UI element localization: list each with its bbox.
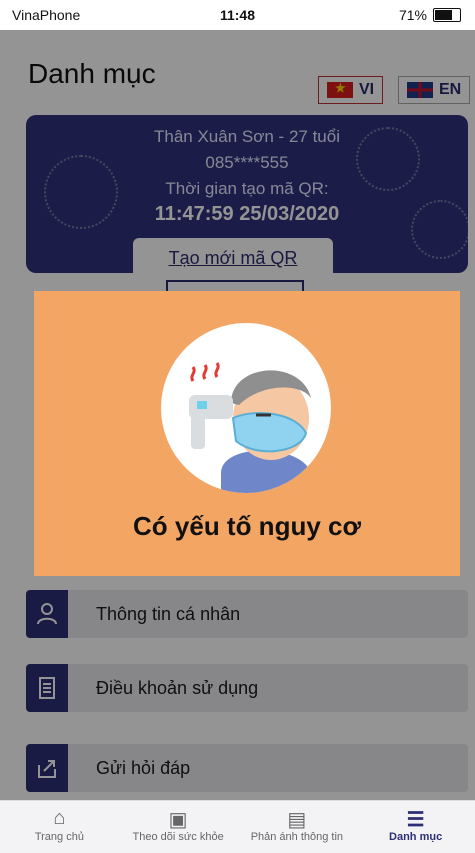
tab-label: Danh mục [389, 831, 443, 843]
status-bar: VinaPhone 11:48 71% [0, 0, 475, 30]
battery-icon [433, 8, 461, 22]
tab-categories[interactable]: ☰ Danh mục [356, 801, 475, 853]
tab-label: Theo dõi sức khỏe [132, 831, 224, 843]
status-right: 71% [399, 7, 461, 23]
tab-report[interactable]: ▤ Phản ánh thông tin [238, 801, 357, 853]
temperature-check-illustration [161, 323, 331, 493]
tab-label: Phản ánh thông tin [250, 831, 344, 843]
menu-icon: ☰ [406, 809, 425, 831]
tab-health-tracking[interactable]: ▣ Theo dõi sức khỏe [119, 801, 238, 853]
risk-modal: Có yếu tố nguy cơ [34, 291, 460, 576]
modal-title: Có yếu tố nguy cơ [133, 511, 361, 541]
message-icon: ▤ [287, 809, 307, 831]
image-icon: ▣ [168, 809, 188, 831]
bottom-tab-bar: ⌂ Trang chủ ▣ Theo dõi sức khỏe ▤ Phản á… [0, 800, 475, 853]
tab-label: Trang chủ [34, 831, 84, 843]
tab-home[interactable]: ⌂ Trang chủ [0, 801, 119, 853]
home-icon: ⌂ [53, 807, 66, 829]
battery-percent: 71% [398, 7, 427, 23]
